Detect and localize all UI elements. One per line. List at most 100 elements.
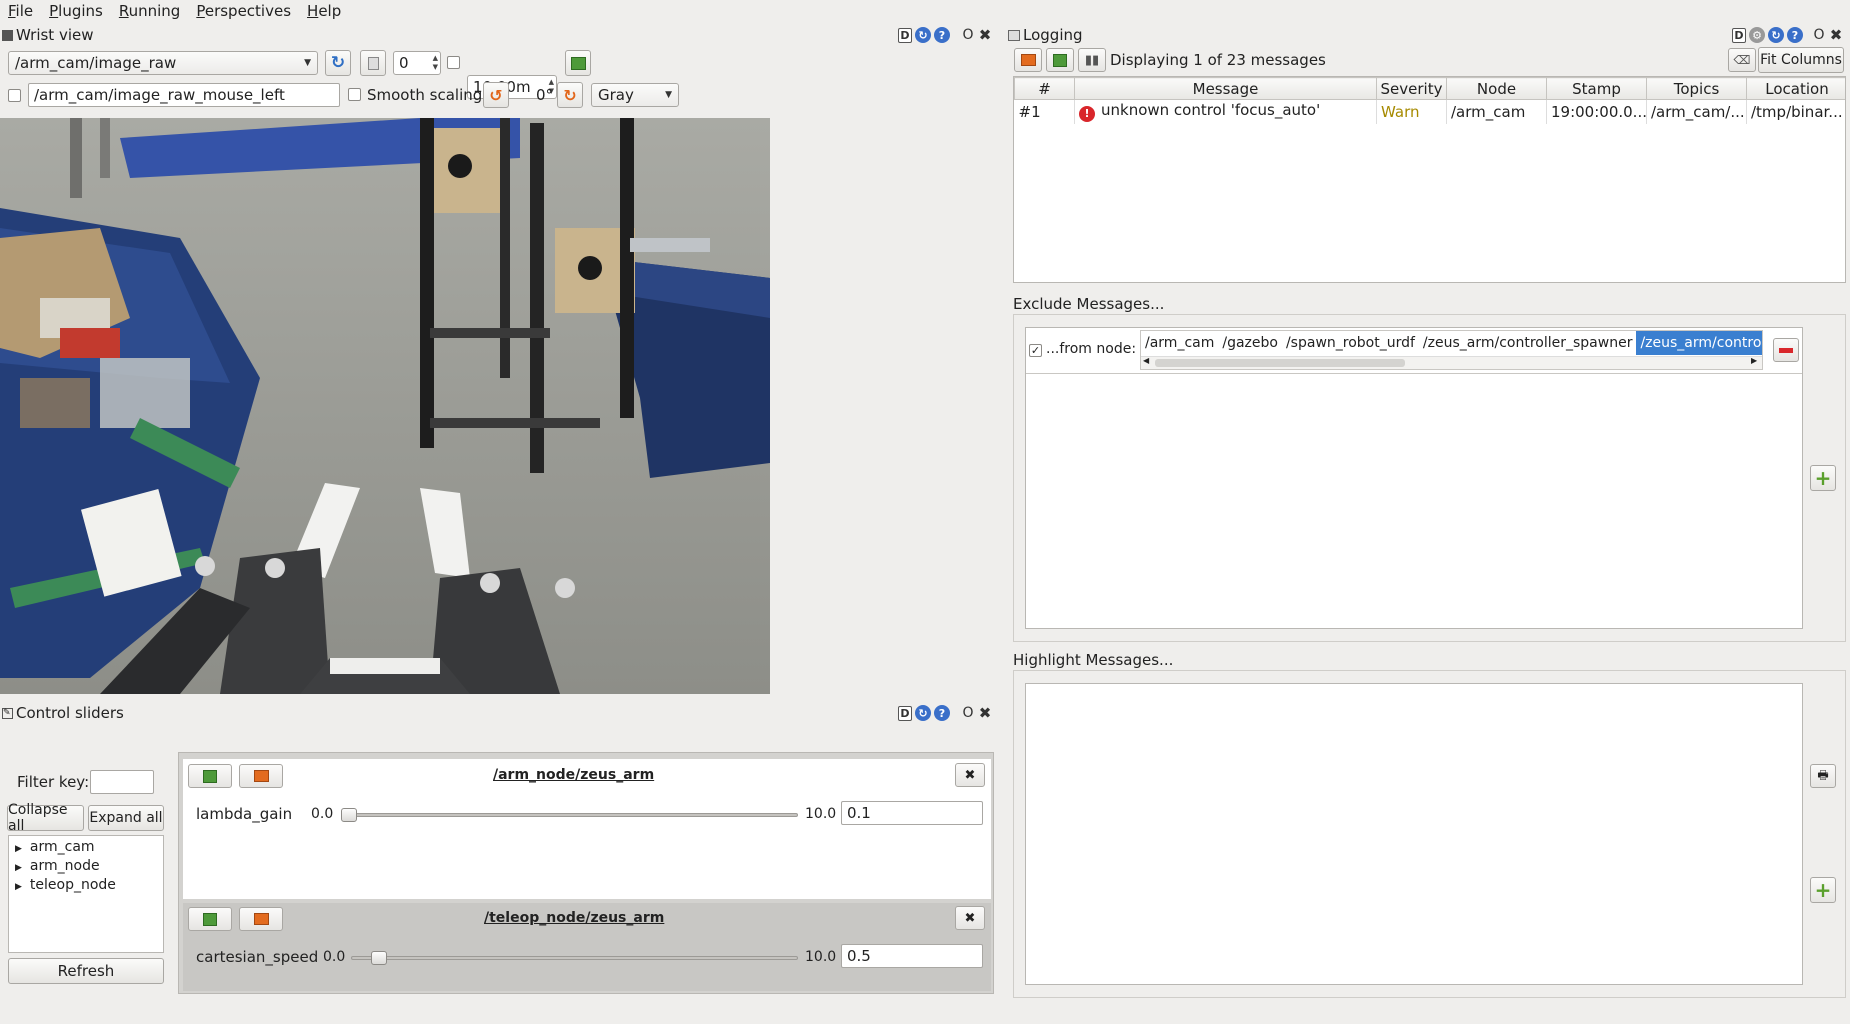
tree-item[interactable]: ▶ arm_cam	[15, 839, 157, 858]
logging-icon	[1008, 29, 1020, 41]
help-icon[interactable]: ?	[934, 27, 950, 43]
param-value: 0.5	[847, 947, 871, 965]
tree-item[interactable]: ▶ teleop_node	[15, 877, 157, 896]
folder-icon	[1020, 54, 1036, 66]
menu-help[interactable]: Help	[307, 2, 341, 20]
column-header[interactable]: #	[1014, 77, 1075, 100]
add-highlight-filter-button[interactable]: +	[1810, 877, 1836, 903]
param-value-input[interactable]: 0.5	[841, 944, 983, 968]
zoom-button[interactable]	[360, 50, 386, 76]
dock-d-button[interactable]: D	[898, 27, 912, 43]
help-icon[interactable]: ?	[934, 705, 950, 721]
clear-button[interactable]: ⌫	[1728, 48, 1756, 72]
scroll-left-icon[interactable]: ◀	[1143, 356, 1149, 365]
column-header[interactable]: Stamp	[1546, 77, 1647, 100]
expand-arrow-icon[interactable]: ▶	[15, 863, 22, 873]
mouse-publish-checkbox[interactable]	[8, 89, 21, 102]
close-icon[interactable]: ✖	[978, 26, 992, 44]
add-exclude-filter-button[interactable]: +	[1810, 465, 1836, 491]
remove-filter-button[interactable]	[1773, 338, 1799, 362]
save-image-button[interactable]	[565, 50, 591, 76]
expand-arrow-icon[interactable]: ▶	[15, 844, 22, 854]
scroll-right-icon[interactable]: ▶	[1751, 356, 1757, 365]
column-header[interactable]: Location	[1746, 77, 1845, 100]
save-log-button[interactable]	[1046, 48, 1074, 72]
rotate-right-button[interactable]: ↻	[557, 82, 583, 108]
rotate-right-icon: ↻	[563, 85, 577, 105]
param-group-title[interactable]: /arm_node/zeus_arm	[493, 767, 654, 783]
filter-key-input[interactable]	[90, 770, 154, 794]
expand-all-button[interactable]: Expand all	[88, 805, 164, 831]
menu-running[interactable]: Running	[119, 2, 180, 20]
row-topics: /arm_cam/...	[1646, 99, 1747, 124]
dock-d-button[interactable]: D	[898, 705, 912, 721]
error-icon: !	[1079, 106, 1095, 123]
save-params-button[interactable]	[188, 764, 232, 788]
fit-columns-button[interactable]: Fit Columns	[1758, 47, 1844, 73]
param-group-title[interactable]: /teleop_node/zeus_arm	[484, 910, 664, 926]
close-icon[interactable]: ✖	[1829, 26, 1843, 44]
save-params-button[interactable]	[188, 907, 232, 931]
help-icon[interactable]: ?	[1787, 27, 1803, 43]
node-list[interactable]: /arm_cam /gazebo /spawn_robot_urdf /zeus…	[1140, 330, 1763, 370]
pause-button[interactable]: ▮▮	[1078, 48, 1106, 72]
reload-icon[interactable]: ↻	[915, 705, 931, 721]
menu-plugins[interactable]: Plugins	[49, 2, 103, 20]
node-item-selected[interactable]: /zeus_arm/controll	[1636, 331, 1762, 355]
zoom-spinbox[interactable]: 0 ▲ ▼	[393, 51, 441, 75]
refresh-topics-button[interactable]: ↻	[325, 50, 351, 76]
camera-image[interactable]	[0, 118, 770, 694]
horizontal-scrollbar[interactable]: ◀ ▶	[1141, 356, 1762, 369]
column-header[interactable]: Severity	[1376, 77, 1447, 100]
node-item[interactable]: /zeus_arm/controller_spawner	[1419, 335, 1637, 351]
refresh-button[interactable]: Refresh	[8, 958, 164, 984]
color-scheme-value: Gray	[598, 86, 634, 104]
float-button[interactable]: O	[1812, 27, 1826, 43]
reload-icon[interactable]: ↻	[915, 27, 931, 43]
mouse-topic-input[interactable]: /arm_cam/image_raw_mouse_left	[28, 83, 340, 107]
menu-perspectives[interactable]: Perspectives	[196, 2, 291, 20]
max-range-checkbox[interactable]	[447, 56, 460, 69]
spin-arrows-icon[interactable]: ▲ ▼	[433, 54, 438, 72]
row-number: #1	[1014, 99, 1075, 124]
load-params-button[interactable]	[239, 764, 283, 788]
image-topic-select[interactable]: /arm_cam/image_raw ▼	[8, 51, 318, 75]
column-header[interactable]: Message	[1074, 77, 1377, 100]
close-group-button[interactable]: ✖	[955, 763, 985, 787]
dock-d-button[interactable]: D	[1732, 27, 1746, 43]
column-header[interactable]: Node	[1446, 77, 1547, 100]
node-item[interactable]: /spawn_robot_urdf	[1282, 335, 1419, 351]
collapse-all-button[interactable]: Collapse all	[7, 802, 84, 834]
load-params-button[interactable]	[239, 907, 283, 931]
column-header[interactable]: Topics	[1646, 77, 1747, 100]
slider-handle[interactable]	[371, 951, 387, 965]
dock-icon	[2, 29, 13, 41]
slider-track[interactable]	[343, 813, 798, 817]
float-button[interactable]: O	[961, 705, 975, 721]
rotate-left-button[interactable]: ↺	[483, 82, 509, 108]
reload-icon[interactable]: ↻	[1768, 27, 1784, 43]
page-icon	[367, 56, 379, 70]
gear-icon[interactable]: ⚙	[1749, 27, 1765, 43]
exclude-messages-label[interactable]: Exclude Messages...	[1013, 295, 1164, 313]
node-filter-checkbox[interactable]: ✓	[1029, 344, 1042, 357]
node-item[interactable]: /gazebo	[1218, 335, 1282, 351]
slider-track[interactable]	[351, 956, 798, 960]
table-row[interactable]: #1 ! unknown control 'focus_auto' Warn /a…	[1014, 99, 1845, 124]
color-scheme-select[interactable]: Gray ▼	[591, 83, 679, 107]
slider-handle[interactable]	[341, 808, 357, 822]
smooth-scaling-checkbox[interactable]	[348, 88, 361, 101]
close-group-button[interactable]: ✖	[955, 906, 985, 930]
node-item[interactable]: /arm_cam	[1141, 335, 1218, 351]
tree-item[interactable]: ▶ arm_node	[15, 858, 157, 877]
float-button[interactable]: O	[961, 27, 975, 43]
scrollbar-thumb[interactable]	[1155, 359, 1405, 367]
menu-file[interactable]: File	[8, 2, 33, 20]
highlight-messages-label[interactable]: Highlight Messages...	[1013, 651, 1173, 669]
highlight-options-button[interactable]: 🖶	[1810, 764, 1836, 788]
close-icon[interactable]: ✖	[978, 704, 992, 722]
param-value-input[interactable]: 0.1	[841, 801, 983, 825]
load-log-button[interactable]	[1014, 48, 1042, 72]
expand-arrow-icon[interactable]: ▶	[15, 882, 22, 892]
image-save-icon	[570, 56, 586, 70]
